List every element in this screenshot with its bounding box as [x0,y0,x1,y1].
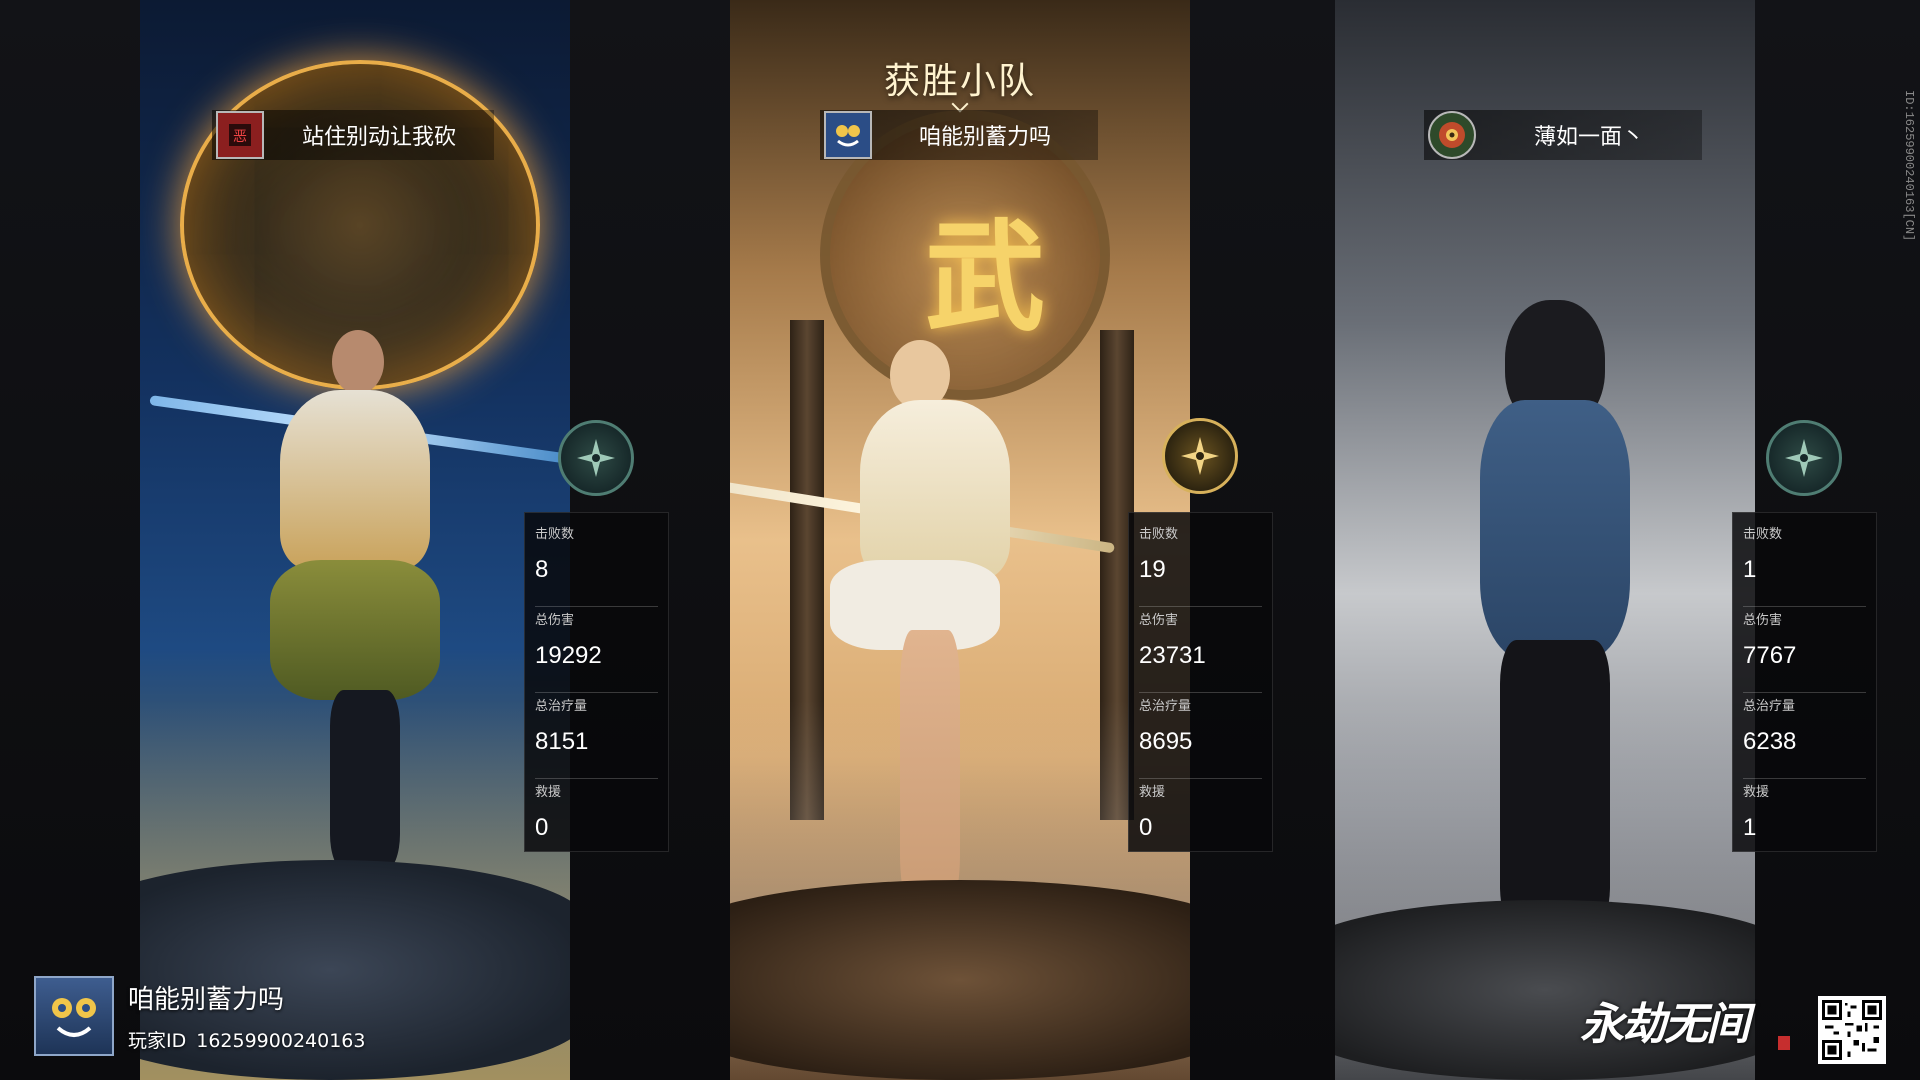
game-logo: 永劫无间 [1580,999,1750,1050]
player-1-stats-panel: 击败数 8 总伤害 19292 总治疗量 8151 救援 0 [524,512,669,852]
stat-value: 8 [535,556,549,583]
stat-label: 击败数 [1139,527,1179,542]
blue-mask-emblem-icon [824,111,872,159]
player-name: 咱能别蓄力吗 [128,985,285,1015]
stat-value: 1 [1743,556,1757,583]
stat-label: 总治疗量 [1743,699,1796,714]
teal-shuriken-icon [558,420,634,496]
stat-label: 救援 [1743,785,1770,800]
player-3-character [1335,0,1755,1080]
stat-label: 击败数 [1743,527,1783,542]
stat-value: 1 [1743,814,1757,841]
red-seal-emblem-icon: 恶 [216,111,264,159]
player-id-label: 玩家ID [128,1030,187,1052]
player-2-backdrop: 武 [730,0,1190,1080]
logo-seal-icon [1778,1036,1790,1050]
damage-stat: 总伤害 23731 [1139,607,1262,693]
rescue-stat: 救援 1 [1743,779,1866,865]
player-1-nameplate[interactable]: 恶 站住别动让我砍 [212,110,494,160]
player-info: 咱能别蓄力吗 玩家ID 16259900240163 [128,979,365,1053]
kills-stat: 击败数 8 [535,521,658,607]
flower-emblem-icon [1428,111,1476,159]
stat-label: 总伤害 [535,613,575,628]
player-id-row: 玩家ID 16259900240163 [128,1026,365,1053]
player-2-nameplate[interactable]: 咱能别蓄力吗 [820,110,1098,160]
player-2-team-name: 咱能别蓄力吗 [918,125,1051,150]
stat-value: 6238 [1743,728,1797,755]
stat-label: 救援 [1139,785,1166,800]
player-3-team-name: 薄如一面丶 [1533,125,1644,150]
player-1-team-name: 站住别动让我砍 [301,125,456,150]
player-1-character [140,0,570,1080]
player-2-character [730,0,1190,1080]
healing-stat: 总治疗量 6238 [1743,693,1866,779]
stat-value: 23731 [1139,642,1206,669]
kills-stat: 击败数 1 [1743,521,1866,607]
gold-shuriken-icon [1162,418,1238,494]
stat-value: 7767 [1743,642,1797,669]
teal-shuriken-icon [1766,420,1842,496]
rescue-stat: 救援 0 [535,779,658,865]
kills-stat: 击败数 19 [1139,521,1262,607]
center-pedestal [730,880,1190,1080]
stat-value: 0 [1139,814,1153,841]
svg-text:恶: 恶 [233,129,247,145]
stat-label: 救援 [535,785,562,800]
player-2-stats-panel: 击败数 19 总伤害 23731 总治疗量 8695 救援 0 [1128,512,1273,852]
player-1-backdrop [140,0,570,1080]
vertical-player-id: ID:16259900240163[CN] [1902,90,1916,242]
stat-value: 0 [535,814,549,841]
healing-stat: 总治疗量 8695 [1139,693,1262,779]
player-3-nameplate[interactable]: 薄如一面丶 [1424,110,1702,160]
stat-value: 8695 [1139,728,1193,755]
damage-stat: 总伤害 19292 [535,607,658,693]
healing-stat: 总治疗量 8151 [535,693,658,779]
player-3-backdrop [1335,0,1755,1080]
stat-value: 19 [1139,556,1166,583]
stat-label: 总治疗量 [1139,699,1192,714]
player-3-stats-panel: 击败数 1 总伤害 7767 总治疗量 6238 救援 1 [1732,512,1877,852]
rescue-stat: 救援 0 [1139,779,1262,865]
stat-label: 总伤害 [1139,613,1179,628]
damage-stat: 总伤害 7767 [1743,607,1866,693]
stat-label: 击败数 [535,527,575,542]
current-player-card: 咱能别蓄力吗 玩家ID 16259900240163 [34,976,365,1056]
player-id-value: 16259900240163 [196,1030,366,1052]
avatar[interactable] [34,976,114,1056]
stat-label: 总治疗量 [535,699,588,714]
qr-code-icon[interactable] [1818,996,1886,1064]
stat-value: 8151 [535,728,589,755]
stat-label: 总伤害 [1743,613,1783,628]
stat-value: 19292 [535,642,602,669]
